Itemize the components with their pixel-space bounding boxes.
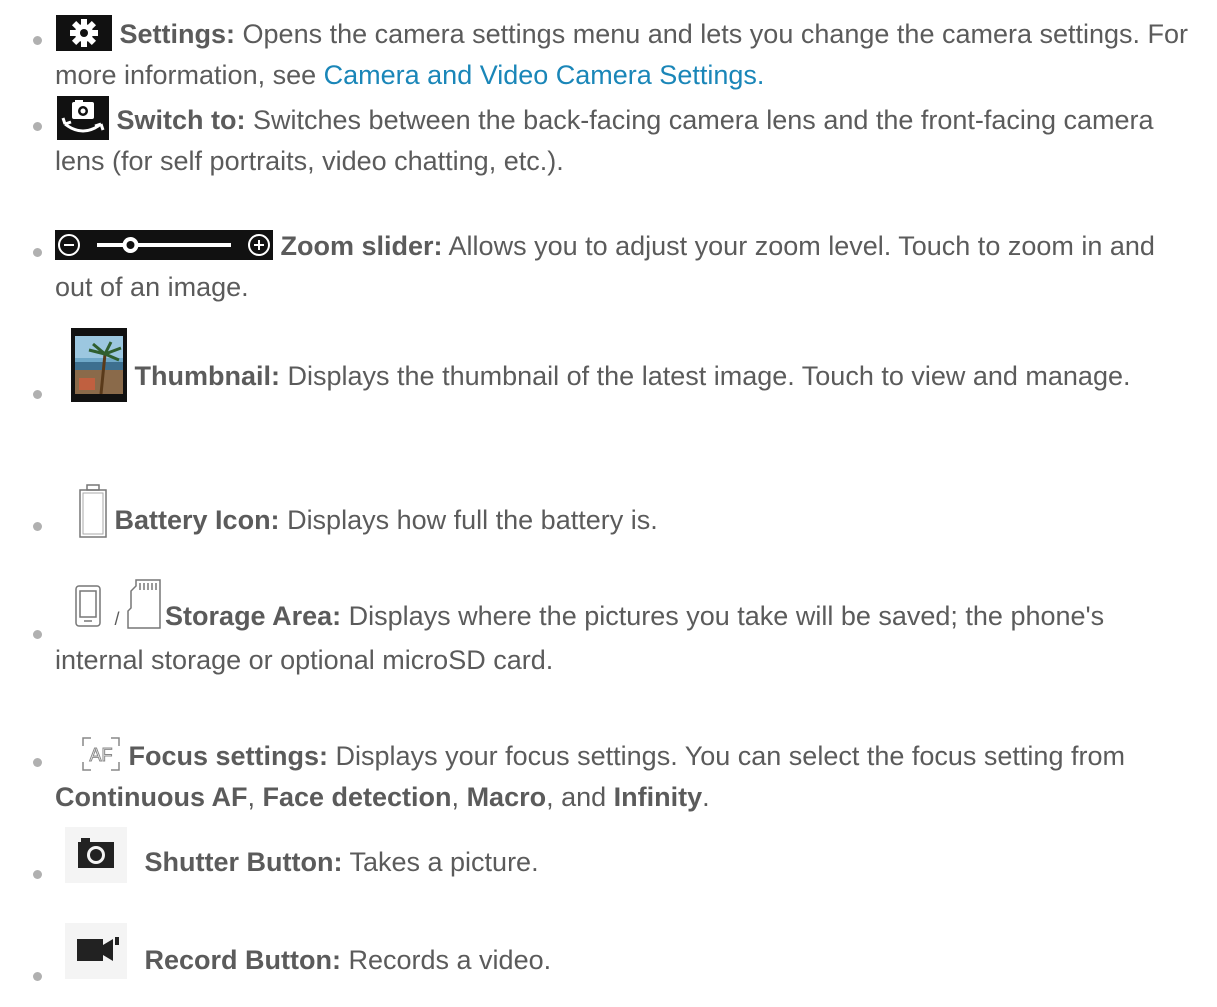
description: Displays how full the battery is. — [279, 505, 658, 535]
focus-option-continuous-af: Continuous AF — [55, 782, 248, 812]
option-separator: , — [247, 782, 263, 812]
term-label: Storage Area: — [165, 601, 342, 631]
bullet — [33, 390, 42, 399]
term-label: Focus settings: — [128, 741, 329, 771]
term-label: Zoom slider: — [280, 231, 443, 261]
list-item-body: / Storage Area: Displays where the pictu… — [55, 579, 1195, 681]
bullet — [33, 972, 42, 981]
term-label: Battery Icon: — [114, 505, 280, 535]
description: Records a video. — [341, 945, 552, 975]
storage-separator: / — [114, 609, 120, 629]
focus-af-icon: AF — [81, 736, 121, 772]
term-label: Settings: — [119, 19, 236, 49]
bullet — [33, 248, 42, 257]
list-item-body: Shutter Button: Takes a picture. — [55, 826, 1195, 883]
term-label: Shutter Button: — [144, 847, 343, 877]
list-item-body: Switch to: Switches between the back-fac… — [55, 95, 1195, 182]
option-separator: , and — [546, 782, 614, 812]
gear-icon — [56, 14, 112, 51]
thumbnail-image-icon — [71, 328, 127, 402]
list-item-body: Settings: Opens the camera settings menu… — [55, 14, 1195, 96]
bullet — [33, 122, 42, 131]
list-item-body: Zoom slider: Allows you to adjust your z… — [55, 226, 1195, 308]
focus-option-macro: Macro — [466, 782, 547, 812]
description: Displays your focus settings. You can se… — [328, 741, 1125, 771]
bullet — [33, 758, 42, 767]
record-video-icon — [65, 922, 127, 979]
switch-camera-icon — [57, 95, 109, 140]
term-label: Record Button: — [144, 945, 341, 975]
term-label: Thumbnail: — [134, 361, 280, 392]
option-separator: , — [451, 782, 467, 812]
focus-option-face-detection: Face detection — [262, 782, 452, 812]
sentence-end: . — [702, 782, 710, 812]
microsd-card-icon — [127, 579, 161, 629]
battery-icon — [79, 484, 107, 538]
term-label: Switch to: — [116, 105, 246, 135]
focus-option-infinity: Infinity — [613, 782, 703, 812]
zoom-slider-icon — [55, 229, 273, 260]
bullet — [33, 522, 42, 531]
shutter-camera-icon — [65, 826, 127, 883]
camera-settings-link[interactable]: Camera and Video Camera Settings. — [324, 60, 765, 90]
bullet — [33, 870, 42, 879]
list-item-body: AF Focus settings: Displays your focus s… — [55, 736, 1195, 818]
svg-text:AF: AF — [89, 745, 112, 765]
phone-storage-icon — [75, 585, 101, 627]
zoom-slider-knob-center — [126, 240, 135, 249]
list-item-body: Record Button: Records a video. — [55, 922, 1195, 981]
description: Displays the thumbnail of the latest ima… — [280, 361, 1131, 392]
list-item-body: Thumbnail: Displays the thumbnail of the… — [55, 328, 1195, 402]
bullet — [33, 36, 42, 45]
bullet — [33, 630, 42, 639]
description: Takes a picture. — [342, 847, 539, 877]
list-item-body: Battery Icon: Displays how full the batt… — [55, 484, 1195, 541]
